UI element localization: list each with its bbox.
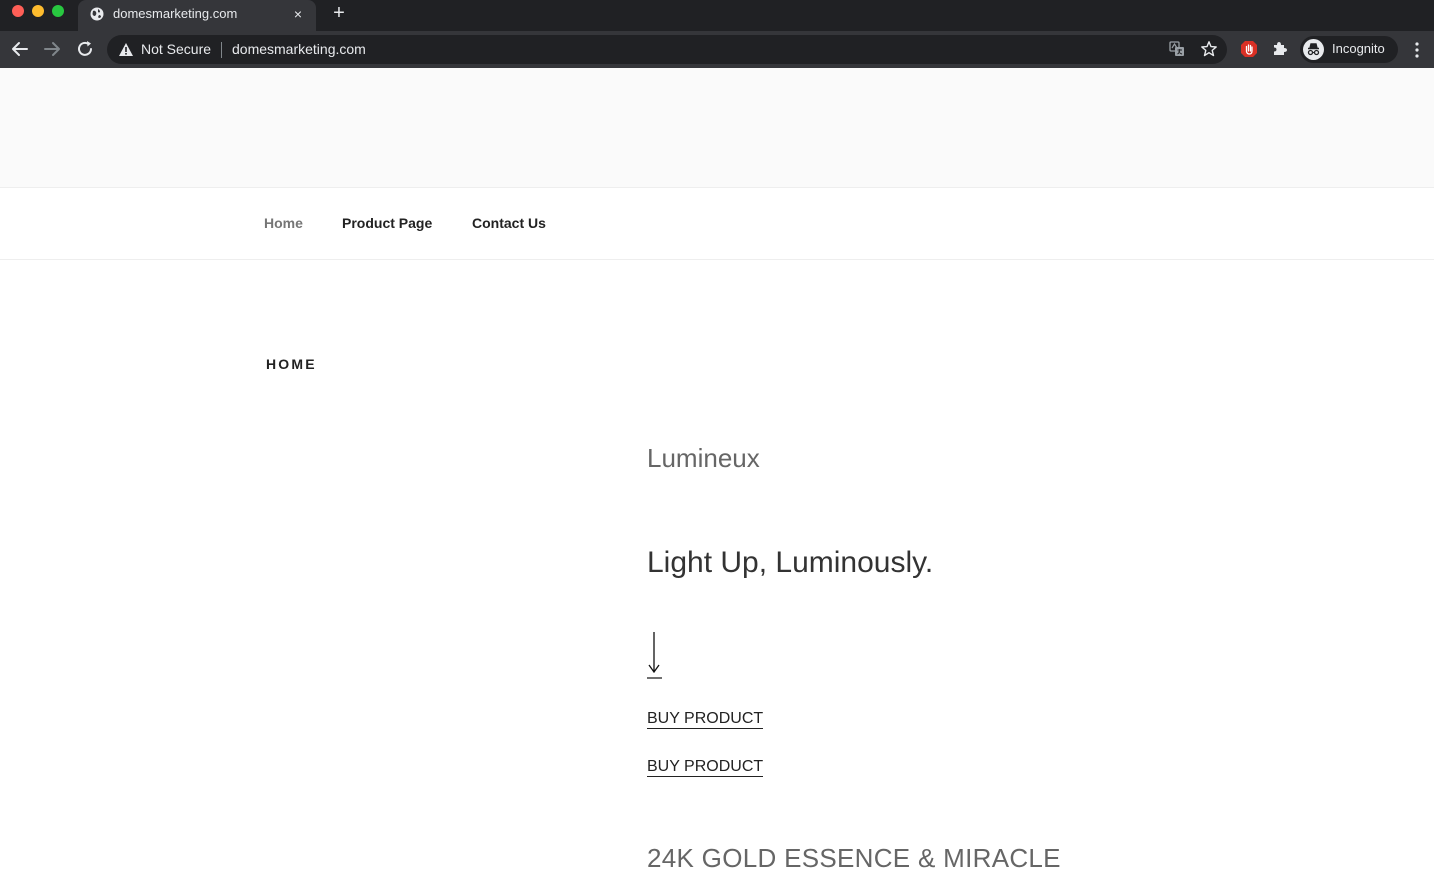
window-close-button[interactable] (12, 5, 24, 17)
address-bar[interactable]: Not Secure domesmarketing.com (107, 35, 1227, 64)
warning-icon[interactable] (118, 42, 134, 57)
star-icon[interactable] (1200, 40, 1218, 58)
security-status[interactable]: Not Secure (141, 41, 211, 57)
incognito-icon (1303, 39, 1324, 60)
down-arrow-icon (647, 632, 662, 679)
reload-icon[interactable] (75, 39, 95, 59)
brand-name: Lumineux (647, 443, 760, 473)
omnibox-divider (221, 42, 222, 58)
globe-icon (90, 7, 104, 21)
buy-product-link[interactable]: BUY PRODUCT (647, 709, 764, 729)
site-header-band (0, 68, 1434, 188)
site-navigation: Home Product Page Contact Us (0, 189, 1434, 260)
profile-label: Incognito (1332, 41, 1385, 56)
product-heading: 24K GOLD ESSENCE & MIRACLE (647, 843, 1061, 873)
profile-button[interactable]: Incognito (1300, 36, 1398, 63)
tab-title: domesmarketing.com (113, 6, 238, 21)
browser-tab[interactable]: domesmarketing.com × (78, 0, 316, 31)
kebab-menu-icon[interactable] (1410, 40, 1424, 60)
puzzle-icon[interactable] (1272, 40, 1289, 57)
adblock-icon[interactable] (1240, 40, 1258, 58)
nav-item-contact-us[interactable]: Contact Us (472, 215, 546, 231)
scroll-down-arrow-link[interactable] (647, 630, 663, 680)
new-tab-button[interactable]: + (329, 3, 349, 23)
window-minimize-button[interactable] (32, 5, 44, 17)
window-zoom-button[interactable] (52, 5, 64, 17)
browser-toolbar: Not Secure domesmarketing.com Incognito (0, 31, 1434, 68)
page-title: HOME (266, 356, 317, 372)
browser-tab-strip: domesmarketing.com × + (0, 0, 1434, 31)
nav-item-product-page[interactable]: Product Page (342, 215, 432, 231)
tab-close-icon[interactable]: × (289, 5, 307, 23)
translate-icon[interactable] (1169, 41, 1185, 57)
nav-item-home[interactable]: Home (264, 215, 303, 231)
forward-arrow-icon[interactable] (42, 39, 62, 59)
back-arrow-icon[interactable] (10, 39, 30, 59)
buy-product-link[interactable]: BUY PRODUCT (647, 757, 764, 777)
tagline: Light Up, Luminously. (647, 546, 934, 579)
url-text[interactable]: domesmarketing.com (232, 41, 366, 57)
